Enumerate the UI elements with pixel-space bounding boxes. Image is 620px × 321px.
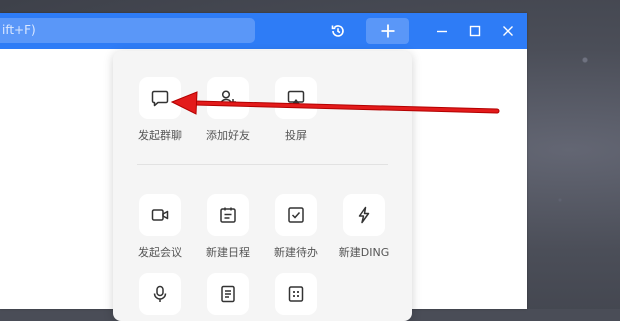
voice-icon: [153, 285, 167, 302]
menu-item-add-friend[interactable]: 添加好友: [193, 77, 263, 143]
menu-tile: [139, 77, 181, 119]
menu-item-label: 新建日程: [206, 246, 250, 259]
menu-tile: [343, 194, 385, 236]
calendar-icon: [220, 207, 236, 223]
menu-item-label: 新建DING: [338, 246, 390, 259]
sheet-icon: [288, 286, 304, 302]
maximize-button[interactable]: [464, 13, 486, 49]
search-input[interactable]: ift+F): [0, 18, 255, 43]
menu-item-new-schedule[interactable]: 新建日程: [193, 194, 263, 260]
minimize-button[interactable]: [431, 13, 453, 49]
menu-tile: [207, 77, 249, 119]
checkbox-icon: [288, 207, 304, 223]
menu-item-start-group-chat[interactable]: 发起群聊: [125, 77, 195, 143]
quick-create-menu: 发起群聊 添加好友 投屏 发起会议 新建日程 新建待办 新建DING: [113, 51, 412, 321]
minimize-icon: [437, 30, 447, 33]
title-bar: ift+F): [0, 13, 527, 49]
lightning-icon: [358, 206, 370, 224]
menu-item-new-ding[interactable]: 新建DING: [329, 194, 399, 260]
video-camera-icon: [151, 209, 169, 221]
add-user-icon: [219, 90, 236, 106]
menu-tile: [207, 194, 249, 236]
plus-icon: [381, 24, 394, 38]
menu-item-start-meeting[interactable]: 发起会议: [125, 194, 195, 260]
menu-item-screen-cast[interactable]: 投屏: [261, 77, 331, 143]
menu-item-label: 添加好友: [206, 129, 250, 142]
menu-divider: [137, 164, 388, 165]
menu-tile: [275, 194, 317, 236]
chat-bubble-icon: [151, 90, 169, 107]
add-button[interactable]: [366, 18, 409, 44]
maximize-icon: [469, 25, 481, 37]
menu-tile: [275, 77, 317, 119]
history-button[interactable]: [325, 13, 351, 49]
close-icon: [503, 26, 513, 36]
history-icon: [331, 25, 344, 37]
menu-item-label: 发起群聊: [138, 129, 182, 142]
screen-cast-icon: [287, 90, 305, 104]
menu-item-label: 发起会议: [138, 246, 182, 259]
menu-item-new-todo[interactable]: 新建待办: [261, 194, 331, 260]
menu-item-label: 新建待办: [274, 246, 318, 259]
menu-item-label: 投屏: [285, 129, 307, 142]
menu-tile: [139, 194, 181, 236]
close-button[interactable]: [497, 13, 519, 49]
document-icon: [221, 285, 235, 303]
